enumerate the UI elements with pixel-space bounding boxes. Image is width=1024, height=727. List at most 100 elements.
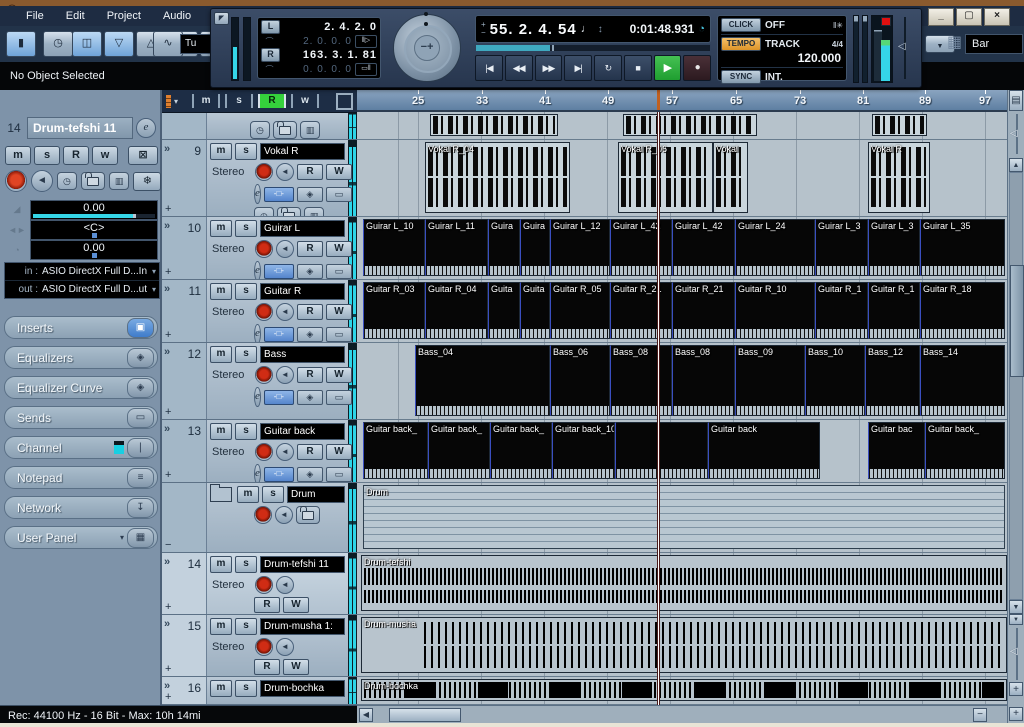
window-restore-button[interactable]: ▢ [956,8,982,26]
ruler-options-button[interactable]: ▤ [1009,90,1023,111]
sends-state-button[interactable]: ▭ [326,264,352,279]
monitor-button[interactable]: ◄ [276,163,294,181]
sends-state-button[interactable]: ▭ [326,187,352,202]
lock-button[interactable] [277,207,301,217]
audio-clip-bass-10[interactable]: Bass_10 [805,345,865,416]
record-enable-button[interactable] [255,443,273,461]
global-m-button[interactable]: m [192,94,220,108]
vertical-scroll-thumb[interactable] [1010,265,1024,377]
audio-clip-guitar-back[interactable]: Guitar back_ [363,422,428,479]
track-zoom-slider[interactable]: ◁ [1008,112,1024,156]
time-signature-value[interactable]: 4/4 [832,40,843,49]
clip-indicator[interactable] [881,17,891,26]
window-close-button[interactable]: × [984,8,1010,26]
menu-project[interactable]: Project [107,10,141,22]
track-size-toggle[interactable]: + [165,601,171,613]
inspector-tab-channel[interactable]: Channel❘ [4,436,158,459]
write-button[interactable]: W [326,304,352,320]
audio-clip-guira[interactable]: Guira [488,219,520,276]
audio-clip-guitar-bac[interactable]: Guitar bac [868,422,925,479]
fold-tracks-button[interactable]: ▽ [104,31,134,57]
record-enable-button[interactable] [255,638,273,656]
audio-clip-guitar-r-1[interactable]: Guitar R_1 [815,282,868,339]
sync-button[interactable]: SYNC [721,70,761,84]
scrub-icon[interactable]: ↕ [598,24,603,35]
audio-clip-guirar-l-3[interactable]: Guirar L_3 [868,219,920,276]
audio-clip-bass-12[interactable]: Bass_12 [865,345,920,416]
open-panels-button[interactable]: ◫ [72,31,102,57]
audio-clip-drum-tefshi[interactable]: Drum-tefshi [361,555,1007,611]
inspector-tab-equalizer-curve[interactable]: Equalizer Curve◈ [4,376,158,399]
sends-state-button[interactable]: ▭ [326,390,352,405]
global-r-button[interactable]: R [258,94,286,108]
read-button[interactable]: R [297,444,323,460]
inspector-tab-network[interactable]: Network↧ [4,496,158,519]
position-plus-minus[interactable]: +− [481,21,486,37]
preroll-value[interactable]: 2. 0. 0. 0 [281,36,352,47]
audio-clip-bass-06[interactable]: Bass_06 [550,345,610,416]
write-button[interactable]: W [283,659,309,675]
global-s-button[interactable]: s [225,94,253,108]
transport-panel[interactable]: ◤ L 2. 4. 2. 0 ⌒ 2. 0. 0. 0 ‖▷ R 163. 3.… [210,8,922,88]
global-w-button[interactable]: w [291,94,319,108]
mute-button[interactable]: m [210,556,232,573]
track-name-field[interactable]: Guitar back [260,423,345,440]
draw-tool-button[interactable]: ∿ [153,31,183,57]
track-expand-icon[interactable]: » [164,423,168,435]
track-size-toggle[interactable]: + [165,469,171,481]
track-list-menu-icon[interactable] [166,95,171,108]
audio-clip[interactable] [430,114,558,136]
inspector-w-button[interactable]: w [92,146,118,165]
edit-channel-button[interactable]: e [254,324,261,343]
audio-clip-guitar-back[interactable]: Guitar back [708,422,820,479]
mute-button[interactable]: m [210,220,232,237]
inserts-state-button[interactable]: -□- [264,390,294,405]
inspector-r-button[interactable]: R [63,146,89,165]
solo-button[interactable]: s [235,220,257,237]
record-enable-button[interactable] [255,366,273,384]
monitor-button[interactable]: ◄ [31,170,53,192]
track-expand-icon[interactable]: » [164,143,168,155]
write-button[interactable]: W [326,444,352,460]
left-locator-value[interactable]: 2. 4. 2. 0 [283,21,377,33]
track-expand-icon[interactable]: » [164,618,168,630]
mute-button[interactable]: m [210,346,232,363]
record-enable-button[interactable] [254,506,272,524]
scroll-up-button[interactable]: ▲ [1009,158,1023,172]
inspector-m-button[interactable]: m [5,146,31,165]
edit-channel-button[interactable]: e [254,464,261,483]
click-value[interactable]: OFF [765,20,785,31]
left-locator-button[interactable]: L [261,20,280,34]
postroll-value[interactable]: 0. 0. 0. 0 [281,64,352,75]
eq-state-button[interactable]: ◈ [297,327,323,342]
track-name-field[interactable]: Guirar L [260,220,345,237]
transport-minimize-button[interactable]: ◤ [214,12,229,25]
audio-clip-guitar-back-10[interactable]: Guitar back_10 [552,422,615,479]
audio-clip-guitar-back[interactable]: Guitar back_ [490,422,552,479]
stop-button[interactable]: ■ [624,55,652,81]
inspector-tab-sends[interactable]: Sends▭ [4,406,158,429]
track-row-10[interactable]: »10+msGuirar LStereo◄RWe-□-◈▭ [162,217,357,280]
position-slider-handle[interactable] [552,45,554,51]
audio-clip-guirar-l-35[interactable]: Guirar L_35 [920,219,1005,276]
autoscroll-button[interactable]: ◷ [43,31,73,57]
track-row-drum[interactable]: −msDrum◄ [162,483,357,553]
fader-handle[interactable]: ◁ [898,41,906,52]
zoom-in-button[interactable]: + [1009,682,1023,696]
audio-clip-vokal[interactable]: Vokal [713,142,748,213]
record-enable-button[interactable] [255,240,273,258]
input-routing-row[interactable]: in : ASIO DirectX Full D...In ▾ [5,263,159,281]
audio-clip-drum-musha[interactable]: Drum-musha [361,617,1007,673]
punch-in-button[interactable]: ‖▷ [355,35,377,48]
mute-button[interactable]: m [210,283,232,300]
track-name-field[interactable]: Guitar R [260,283,345,300]
track-size-toggle[interactable]: + [165,691,171,703]
solo-button[interactable]: s [235,346,257,363]
audio-clip-guitar-back[interactable]: Guitar back_ [428,422,490,479]
audio-clip-guitar-r-18[interactable]: Guitar R_18 [920,282,1005,339]
punch-out-button[interactable]: ▭‖ [355,63,377,76]
position-display[interactable]: +− 55. 2. 4. 54 ♩ ↕ 0:01:48.931 ◔ [475,15,711,43]
write-button[interactable]: W [326,367,352,383]
inserts-state-button[interactable]: -□- [264,327,294,342]
read-button[interactable]: R [297,304,323,320]
